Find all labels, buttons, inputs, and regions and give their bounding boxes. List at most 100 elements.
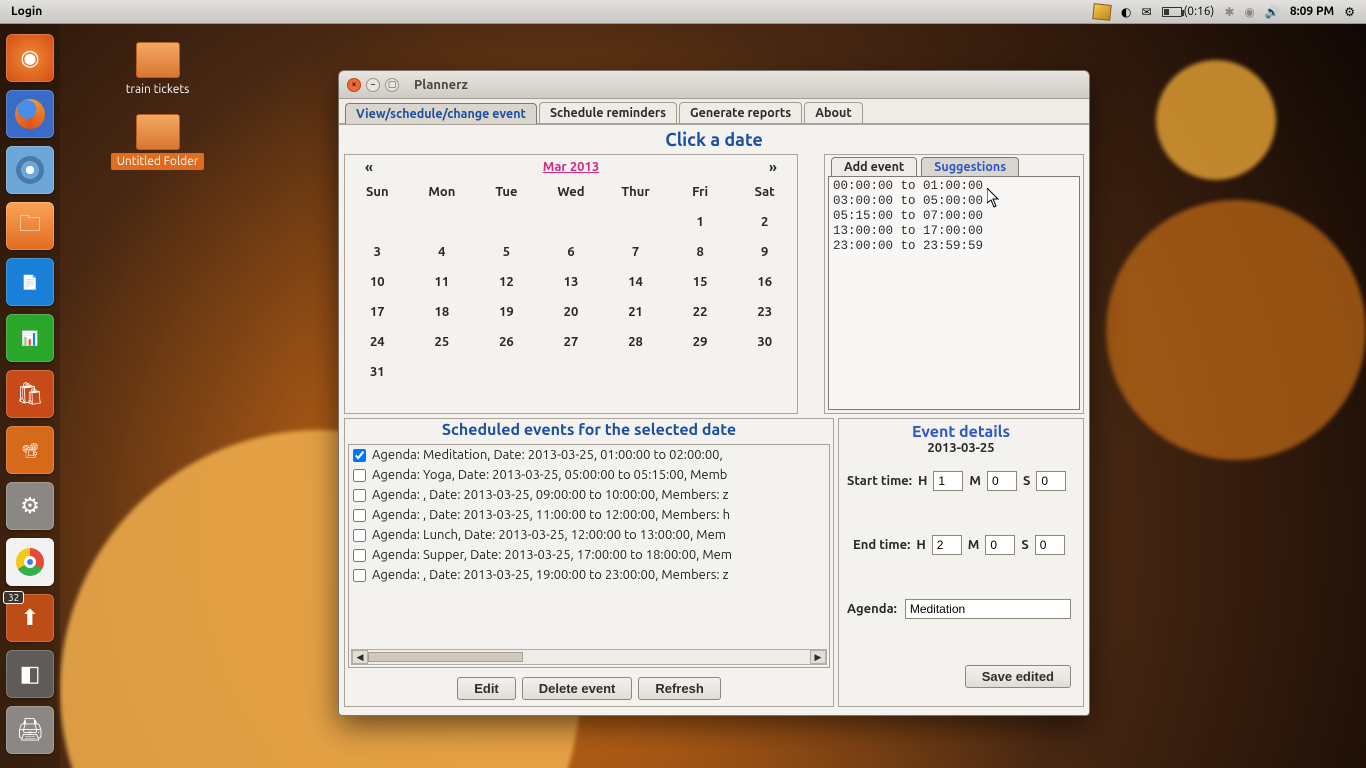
suggestions-list[interactable]: 00:00:00 to 01:00:00 03:00:00 to 05:00:0… xyxy=(828,176,1080,410)
calendar-day[interactable]: 10 xyxy=(345,267,410,297)
calendar-day[interactable]: 20 xyxy=(539,297,604,327)
calendar-day[interactable]: 22 xyxy=(668,297,733,327)
start-hour-input[interactable] xyxy=(933,471,963,491)
event-checkbox[interactable] xyxy=(353,549,366,562)
event-checkbox[interactable] xyxy=(353,449,366,462)
minimize-icon[interactable]: − xyxy=(366,78,380,92)
calendar-day[interactable]: 1 xyxy=(668,207,733,237)
calendar-next[interactable]: » xyxy=(753,159,793,175)
calendar-day[interactable]: 27 xyxy=(539,327,604,357)
calendar-day[interactable]: 17 xyxy=(345,297,410,327)
panel-volume-icon[interactable]: 🔊 xyxy=(1265,5,1280,19)
panel-sync-icon[interactable]: ◐ xyxy=(1121,5,1131,19)
calendar-day[interactable]: 3 xyxy=(345,237,410,267)
launcher-app-icon[interactable]: 🖨 xyxy=(6,706,54,754)
launcher-dash-icon[interactable]: ◉ xyxy=(6,34,54,82)
event-checkbox[interactable] xyxy=(353,529,366,542)
close-icon[interactable]: × xyxy=(347,78,361,92)
end-second-input[interactable] xyxy=(1035,535,1065,555)
suggestion-item[interactable]: 23:00:00 to 23:59:59 xyxy=(833,239,1075,254)
edit-button[interactable]: Edit xyxy=(457,677,516,700)
launcher-chrome-icon[interactable] xyxy=(6,538,54,586)
launcher-app-icon[interactable]: ◧ xyxy=(6,650,54,698)
desktop-folder-train-tickets[interactable]: train tickets xyxy=(100,42,215,98)
tab-add-event[interactable]: Add event xyxy=(831,157,917,176)
calendar-month[interactable]: Mar 2013 xyxy=(389,160,753,174)
maximize-icon[interactable]: ▢ xyxy=(385,78,399,92)
suggestion-item[interactable]: 03:00:00 to 05:00:00 xyxy=(833,194,1075,209)
event-checkbox[interactable] xyxy=(353,569,366,582)
end-hour-input[interactable] xyxy=(932,535,962,555)
panel-session-icon[interactable]: ⚙ xyxy=(1344,5,1355,19)
launcher-files-icon[interactable]: 🗀 xyxy=(6,202,54,250)
calendar-day[interactable]: 4 xyxy=(410,237,475,267)
panel-menu[interactable]: Login xyxy=(11,5,42,18)
suggestion-item[interactable]: 13:00:00 to 17:00:00 xyxy=(833,224,1075,239)
calendar-day[interactable]: 24 xyxy=(345,327,410,357)
calendar-day[interactable]: 21 xyxy=(603,297,668,327)
titlebar[interactable]: × − ▢ Plannerz xyxy=(339,71,1089,99)
event-row[interactable]: Agenda: Lunch, Date: 2013-03-25, 12:00:0… xyxy=(349,525,829,545)
launcher-writer-icon[interactable]: 📄 xyxy=(6,258,54,306)
event-row[interactable]: Agenda: , Date: 2013-03-25, 11:00:00 to … xyxy=(349,505,829,525)
suggestion-item[interactable]: 00:00:00 to 01:00:00 xyxy=(833,179,1075,194)
event-checkbox[interactable] xyxy=(353,469,366,482)
calendar-day[interactable]: 26 xyxy=(474,327,539,357)
tab-view-schedule[interactable]: View/schedule/change event xyxy=(345,103,537,124)
calendar-day[interactable]: 5 xyxy=(474,237,539,267)
launcher-updates-icon[interactable]: 32⬆ xyxy=(6,594,54,642)
end-minute-input[interactable] xyxy=(985,535,1015,555)
event-row[interactable]: Agenda: , Date: 2013-03-25, 19:00:00 to … xyxy=(349,565,829,585)
panel-clock[interactable]: 8:09 PM xyxy=(1290,5,1334,18)
delete-event-button[interactable]: Delete event xyxy=(522,677,633,700)
calendar-day[interactable]: 19 xyxy=(474,297,539,327)
calendar-day[interactable]: 14 xyxy=(603,267,668,297)
launcher-firefox-icon[interactable] xyxy=(6,90,54,138)
calendar-day[interactable]: 8 xyxy=(668,237,733,267)
calendar-day[interactable]: 16 xyxy=(732,267,797,297)
calendar-day[interactable]: 18 xyxy=(410,297,475,327)
launcher-software-icon[interactable]: 🛍 xyxy=(6,370,54,418)
panel-wifi-icon[interactable]: ◉ xyxy=(1244,5,1254,19)
calendar-day[interactable]: 11 xyxy=(410,267,475,297)
calendar-day[interactable]: 12 xyxy=(474,267,539,297)
event-checkbox[interactable] xyxy=(353,489,366,502)
launcher-chromium-icon[interactable] xyxy=(6,146,54,194)
panel-mail-icon[interactable]: ✉ xyxy=(1141,5,1151,19)
calendar-day[interactable]: 9 xyxy=(732,237,797,267)
event-row[interactable]: Agenda: Yoga, Date: 2013-03-25, 05:00:00… xyxy=(349,465,829,485)
scroll-thumb[interactable] xyxy=(368,652,523,662)
event-row[interactable]: Agenda: , Date: 2013-03-25, 09:00:00 to … xyxy=(349,485,829,505)
scroll-right-icon[interactable]: ▶ xyxy=(810,650,826,664)
save-edited-button[interactable]: Save edited xyxy=(965,665,1071,688)
event-row[interactable]: Agenda: Supper, Date: 2013-03-25, 17:00:… xyxy=(349,545,829,565)
tab-about[interactable]: About xyxy=(804,102,863,123)
event-checkbox[interactable] xyxy=(353,509,366,522)
calendar-day[interactable]: 15 xyxy=(668,267,733,297)
calendar-day[interactable]: 13 xyxy=(539,267,604,297)
start-second-input[interactable] xyxy=(1036,471,1066,491)
launcher-settings-icon[interactable]: ⚙ xyxy=(6,482,54,530)
calendar-day[interactable]: 28 xyxy=(603,327,668,357)
desktop-folder-untitled[interactable]: Untitled Folder xyxy=(100,114,215,170)
panel-notepad-icon[interactable] xyxy=(1092,3,1112,21)
start-minute-input[interactable] xyxy=(987,471,1017,491)
calendar-day[interactable]: 30 xyxy=(732,327,797,357)
scroll-left-icon[interactable]: ◀ xyxy=(352,650,368,664)
calendar-day[interactable]: 31 xyxy=(345,357,410,387)
calendar-day[interactable]: 25 xyxy=(410,327,475,357)
calendar-prev[interactable]: « xyxy=(349,159,389,175)
calendar-day[interactable]: 23 xyxy=(732,297,797,327)
refresh-button[interactable]: Refresh xyxy=(638,677,720,700)
tab-reports[interactable]: Generate reports xyxy=(679,102,802,123)
events-scrollbar[interactable]: ◀ ▶ xyxy=(351,649,827,665)
launcher-calc-icon[interactable]: 📊 xyxy=(6,314,54,362)
tab-reminders[interactable]: Schedule reminders xyxy=(539,102,677,123)
calendar-day[interactable]: 6 xyxy=(539,237,604,267)
tab-suggestions[interactable]: Suggestions xyxy=(921,157,1019,176)
panel-battery-icon[interactable]: (0:16) xyxy=(1162,5,1215,18)
calendar-day[interactable]: 7 xyxy=(603,237,668,267)
launcher-impress-icon[interactable]: 📽 xyxy=(6,426,54,474)
calendar-day[interactable]: 29 xyxy=(668,327,733,357)
events-list[interactable]: Agenda: Meditation, Date: 2013-03-25, 01… xyxy=(348,444,830,668)
